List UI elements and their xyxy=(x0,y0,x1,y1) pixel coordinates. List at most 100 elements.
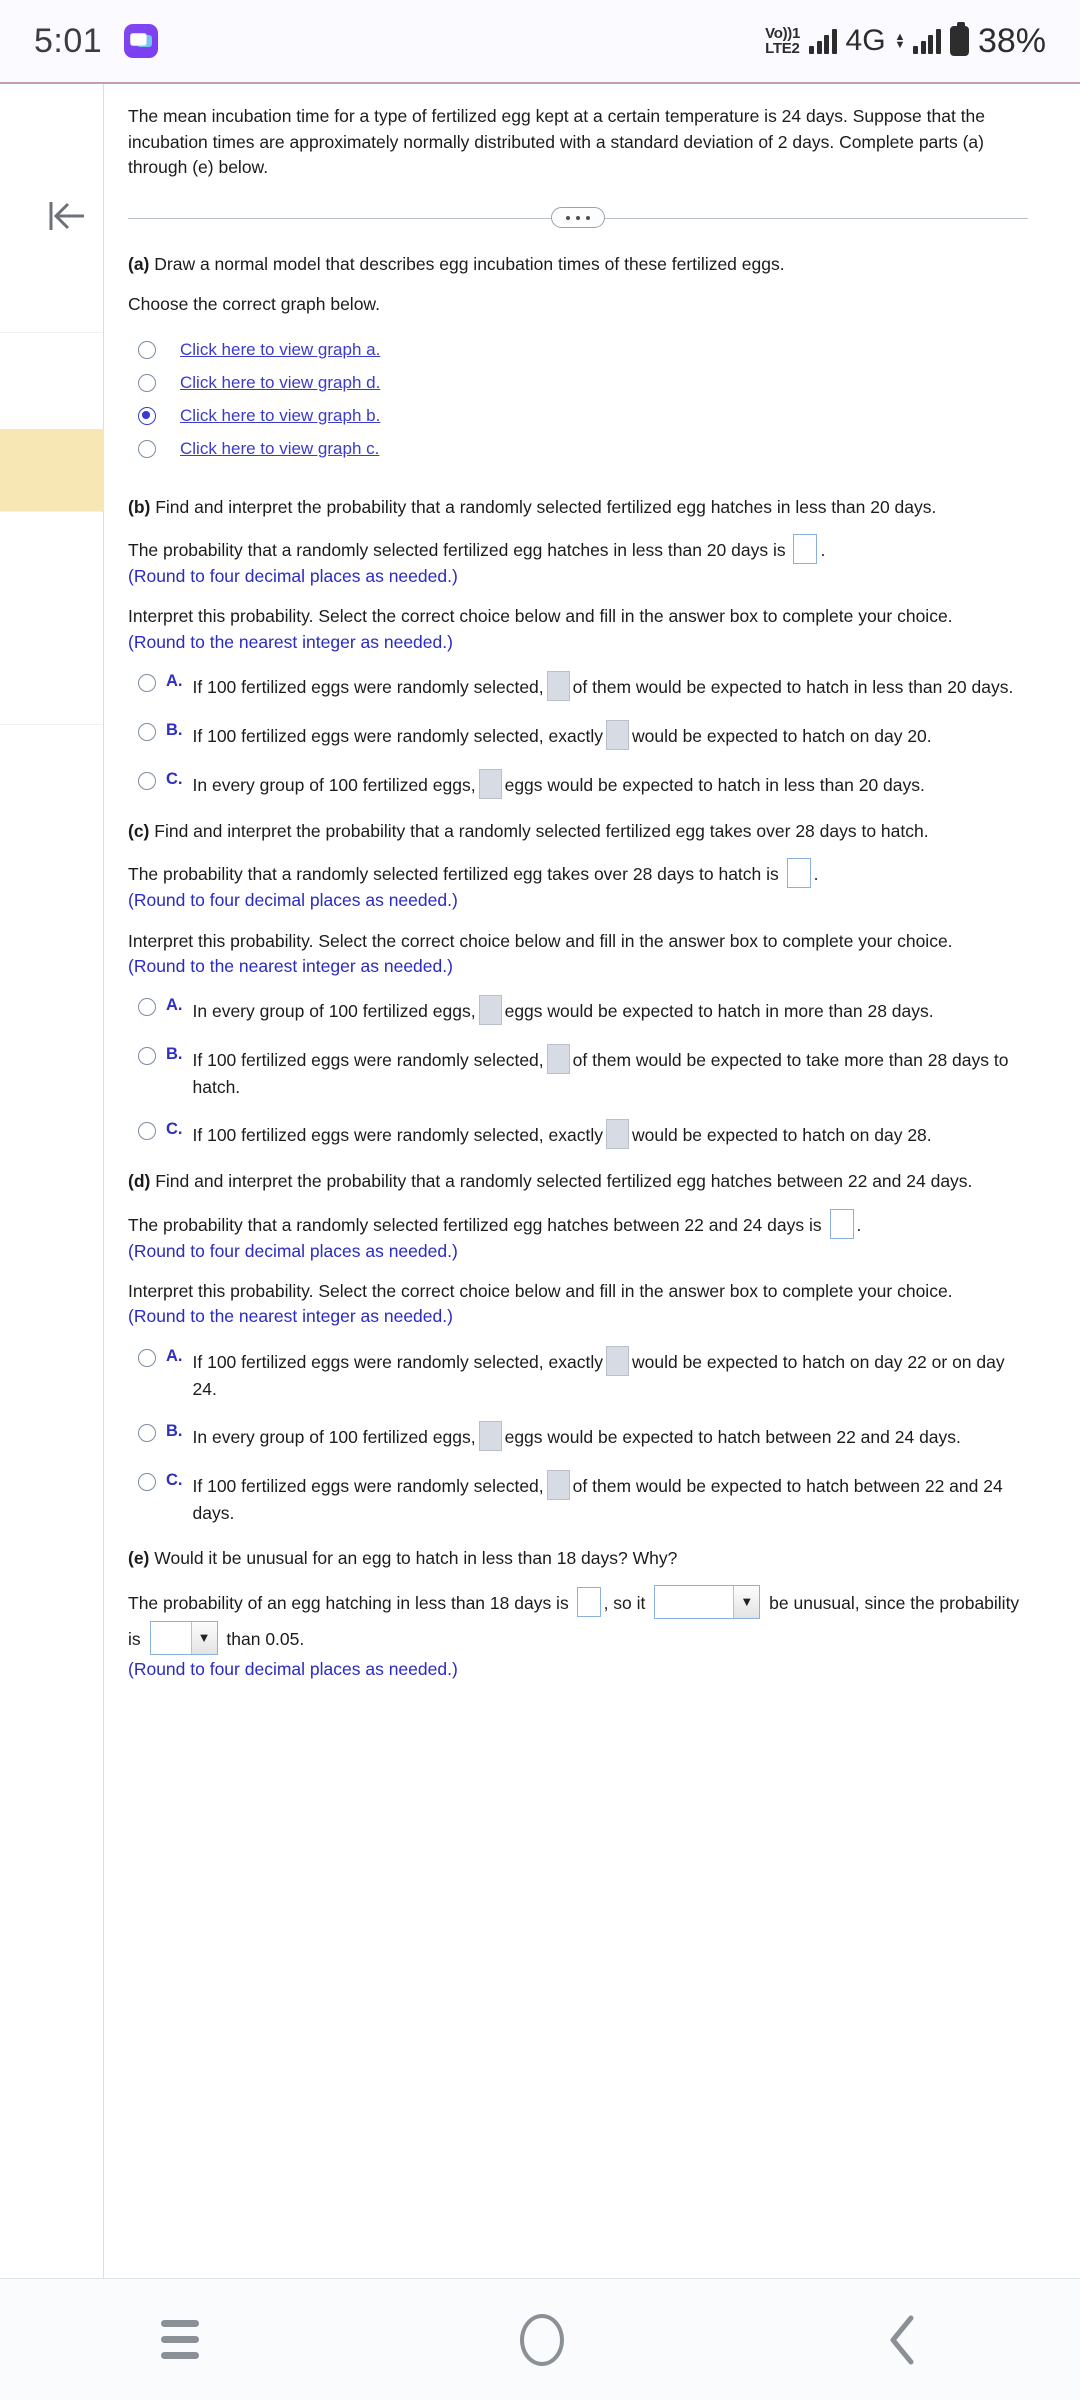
part-c-choice-b-input[interactable] xyxy=(546,1044,570,1075)
home-icon[interactable] xyxy=(519,2313,564,2366)
graph-a-link[interactable]: Click here to view graph a. xyxy=(180,340,380,360)
part-b-interpret-note: (Round to the nearest integer as needed.… xyxy=(128,631,453,652)
part-c-choice-c[interactable]: C. If 100 fertilized eggs were randomly … xyxy=(128,1119,1036,1150)
part-d-choice-b-post: eggs would be expected to hatch between … xyxy=(504,1426,961,1447)
part-a-option-graph-b[interactable]: Click here to view graph b. xyxy=(128,406,1036,426)
part-b-choice-a-input[interactable] xyxy=(546,670,570,701)
radio-graph-d[interactable] xyxy=(138,373,156,392)
part-b-choice-c-letter: C. xyxy=(166,769,183,788)
part-c-choice-a-text: In every group of 100 fertilized eggs, eg… xyxy=(193,995,934,1026)
part-c-answer-prefix: The probability that a randomly selected… xyxy=(128,864,779,885)
part-b-choice-c-pre: In every group of 100 fertilized eggs, xyxy=(192,774,476,795)
part-c-choice-c-text: If 100 fertilized eggs were randomly sel… xyxy=(193,1119,932,1150)
part-d-choice-a[interactable]: A. If 100 fertilized eggs were randomly … xyxy=(128,1345,1036,1402)
part-b-round-note: (Round to four decimal places as needed.… xyxy=(128,565,458,586)
radio-part-b-c[interactable] xyxy=(138,771,156,790)
part-e-compare-select[interactable]: ▼ xyxy=(149,1621,218,1656)
part-b-choice-c[interactable]: C. In every group of 100 fertilized eggs… xyxy=(128,768,1036,799)
more-options-button[interactable] xyxy=(551,207,605,229)
part-d-choice-c-input[interactable] xyxy=(546,1469,570,1500)
part-b-answer-input[interactable] xyxy=(793,533,818,564)
part-d-answer-input[interactable] xyxy=(829,1208,854,1239)
messages-icon xyxy=(124,24,159,58)
part-c-choice-a-post: eggs would be expected to hatch in more … xyxy=(504,1001,934,1022)
part-d-choice-b[interactable]: B. In every group of 100 fertilized eggs… xyxy=(128,1420,1036,1451)
part-d-answer-line: The probability that a randomly selected… xyxy=(128,1208,1036,1239)
part-d-interpret-text: Interpret this probability. Select the c… xyxy=(128,1281,953,1302)
recents-icon[interactable] xyxy=(160,2320,199,2359)
part-b-choice-a-letter: A. xyxy=(166,671,183,690)
section-divider xyxy=(128,207,1028,229)
radio-part-d-b[interactable] xyxy=(138,1423,156,1442)
part-c-choice-b-letter: B. xyxy=(166,1045,183,1064)
graph-d-link[interactable]: Click here to view graph d. xyxy=(180,373,380,393)
part-d-choice-b-input[interactable] xyxy=(478,1420,502,1451)
part-c-choice-c-input[interactable] xyxy=(605,1119,629,1150)
problem-statement: The mean incubation time for a type of f… xyxy=(128,106,986,178)
part-d-choice-c[interactable]: C. If 100 fertilized eggs were randomly … xyxy=(128,1469,1036,1526)
part-e-unusual-select[interactable]: ▼ xyxy=(654,1585,761,1620)
part-e-probability-input[interactable] xyxy=(576,1587,601,1618)
part-b-choice-b-letter: B. xyxy=(166,720,183,739)
part-a-option-graph-a[interactable]: Click here to view graph a. xyxy=(128,340,1036,360)
part-c-interpret-text: Interpret this probability. Select the c… xyxy=(128,930,953,951)
volte-icon: Vo))1 LTE2 xyxy=(765,26,800,56)
volte-line-2: LTE2 xyxy=(765,40,800,57)
back-icon[interactable] xyxy=(885,2314,919,2366)
part-c-choices: A. In every group of 100 fertilized eggs… xyxy=(128,995,1036,1150)
part-d-choice-c-pre: If 100 fertilized eggs were randomly sel… xyxy=(192,1475,544,1496)
volte-line-1: Vo))1 xyxy=(765,25,801,42)
radio-part-c-c[interactable] xyxy=(138,1122,156,1141)
part-c-question: (c) Find and interpret the probability t… xyxy=(128,818,1036,844)
part-c: (c) Find and interpret the probability t… xyxy=(128,818,1046,1150)
part-c-choice-a[interactable]: A. In every group of 100 fertilized eggs… xyxy=(128,995,1036,1026)
part-e-question: (e) Would it be unusual for an egg to ha… xyxy=(128,1545,1036,1571)
part-b-choice-b[interactable]: B. If 100 fertilized eggs were randomly … xyxy=(128,719,1036,750)
part-d-choice-b-text: In every group of 100 fertilized eggs, eg… xyxy=(193,1420,961,1451)
radio-graph-c[interactable] xyxy=(138,439,156,458)
part-e-question-text: Would it be unusual for an egg to hatch … xyxy=(154,1548,678,1569)
radio-part-d-c[interactable] xyxy=(138,1472,156,1491)
part-b-choice-a[interactable]: A. If 100 fertilized eggs were randomly … xyxy=(128,670,1036,701)
signal-bars-sim2-icon xyxy=(913,28,941,54)
part-a-option-graph-d[interactable]: Click here to view graph d. xyxy=(128,373,1036,393)
part-d-answer-prefix: The probability that a randomly selected… xyxy=(128,1214,822,1235)
part-c-choice-b[interactable]: B. If 100 fertilized eggs were randomly … xyxy=(128,1044,1036,1100)
part-b-choice-c-post: eggs would be expected to hatch in less … xyxy=(504,774,925,795)
part-b-answer-suffix: . xyxy=(820,539,826,560)
radio-part-d-a[interactable] xyxy=(138,1348,156,1367)
radio-part-c-a[interactable] xyxy=(138,998,156,1017)
chevron-down-icon: ▼ xyxy=(733,1586,760,1619)
part-d: (d) Find and interpret the probability t… xyxy=(128,1168,1046,1526)
graph-c-link[interactable]: Click here to view graph c. xyxy=(180,439,379,459)
part-b-choice-c-input[interactable] xyxy=(478,768,502,799)
collapse-left-icon[interactable] xyxy=(46,196,88,236)
part-b-choice-a-text: If 100 fertilized eggs were randomly sel… xyxy=(193,670,1013,701)
network-type-label: 4G xyxy=(845,24,886,57)
radio-part-b-a[interactable] xyxy=(138,673,156,692)
radio-graph-b[interactable] xyxy=(138,406,156,425)
part-c-answer-input[interactable] xyxy=(786,858,811,889)
part-e: (e) Would it be unusual for an egg to ha… xyxy=(128,1545,1046,1683)
part-c-interpret-note: (Round to the nearest integer as needed.… xyxy=(128,955,453,976)
part-b-interpret-text: Interpret this probability. Select the c… xyxy=(128,606,953,627)
part-d-question: (d) Find and interpret the probability t… xyxy=(128,1168,1036,1194)
part-e-seg2: , so it xyxy=(603,1593,646,1614)
part-d-choice-a-input[interactable] xyxy=(605,1345,629,1376)
part-c-label: (c) xyxy=(128,820,150,841)
part-a-question: (a) Draw a normal model that describes e… xyxy=(128,251,1036,277)
part-a-instruction: Choose the correct graph below. xyxy=(128,294,380,315)
part-d-round-note: (Round to four decimal places as needed.… xyxy=(128,1240,458,1261)
graph-b-link[interactable]: Click here to view graph b. xyxy=(180,406,380,426)
part-d-answer-suffix: . xyxy=(856,1214,862,1235)
part-b-question: (b) Find and interpret the probability t… xyxy=(128,494,1036,520)
part-b-choice-b-input[interactable] xyxy=(605,719,629,750)
part-b-answer-line: The probability that a randomly selected… xyxy=(128,533,1036,564)
radio-graph-a[interactable] xyxy=(138,340,156,359)
radio-part-c-b[interactable] xyxy=(138,1047,156,1066)
part-d-choice-a-text: If 100 fertilized eggs were randomly sel… xyxy=(193,1345,1023,1402)
part-c-choice-a-input[interactable] xyxy=(478,995,502,1026)
part-c-choice-b-pre: If 100 fertilized eggs were randomly sel… xyxy=(192,1050,544,1071)
part-a-option-graph-c[interactable]: Click here to view graph c. xyxy=(128,439,1036,459)
radio-part-b-b[interactable] xyxy=(138,722,156,741)
